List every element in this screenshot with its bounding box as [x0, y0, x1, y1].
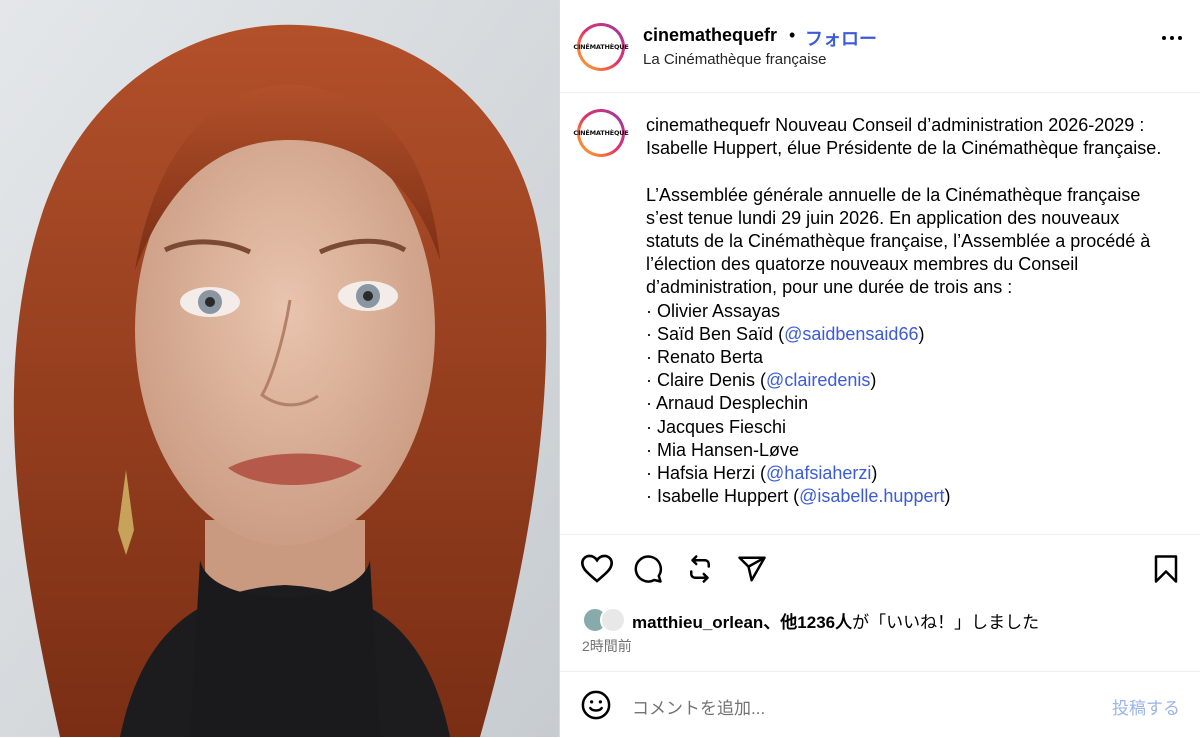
post-timestamp[interactable]: 2時間前 — [582, 636, 632, 656]
member-handle-link[interactable]: @saidbensaid66 — [784, 324, 918, 344]
likes-count[interactable]: 、他1236人 — [763, 613, 852, 632]
more-icon[interactable] — [1162, 36, 1182, 40]
member-item: · Renato Berta — [646, 347, 764, 368]
caption-text: cinemathequefr Nouveau Conseil d’adminis… — [646, 114, 1176, 508]
member-name: Jacques Fieschi — [657, 416, 787, 437]
portrait-photo — [0, 0, 559, 737]
instagram-post-view: CINÉMATHÈQUE cinemathequefr • フォロー La Ci… — [0, 0, 1200, 737]
post-caption: CINÉMATHÈQUE cinemathequefr Nouveau Cons… — [560, 92, 1200, 534]
comment-icon[interactable] — [633, 554, 663, 584]
caption-username[interactable]: cinemathequefr — [646, 115, 770, 135]
avatar-logo-text: CINÉMATHÈQUE — [573, 43, 629, 51]
caption-line-3: L’Assemblée générale annuelle de la Ciné… — [646, 184, 1156, 298]
member-item: · Olivier Assayas — [646, 300, 781, 321]
member-item: · Hafsia Herzi (@hafsiaherzi) — [646, 463, 878, 484]
repost-icon[interactable] — [685, 554, 715, 584]
member-handle-link[interactable]: @hafsiaherzi — [766, 463, 871, 483]
account-subtitle: La Cinémathèque française — [643, 51, 827, 68]
account-avatar[interactable]: CINÉMATHÈQUE — [573, 23, 629, 71]
likes-summary: matthieu_orlean、他1236人が「いいね！」しました — [582, 607, 1039, 633]
member-item: · Claire Denis (@clairedenis) — [646, 370, 877, 391]
comment-bar: コメントを追加... 投稿する — [560, 671, 1200, 738]
member-name: Hafsia Herzi — [657, 463, 756, 484]
action-bar: matthieu_orlean、他1236人が「いいね！」しました 2時間前 — [560, 534, 1200, 672]
member-name: Olivier Assayas — [657, 300, 781, 321]
bookmark-icon[interactable] — [1153, 554, 1179, 584]
member-item: · Mia Hansen-Løve — [646, 439, 800, 460]
share-icon[interactable] — [737, 554, 767, 584]
member-handle-link[interactable]: @clairedenis — [766, 370, 870, 390]
emoji-icon[interactable] — [581, 690, 611, 720]
post-comment-button[interactable]: 投稿する — [1112, 694, 1180, 719]
member-item: · Jacques Fieschi — [646, 416, 787, 437]
member-name: Renato Berta — [657, 347, 764, 368]
member-item: · Isabelle Huppert (@isabelle.huppert) — [646, 486, 951, 507]
follow-button[interactable]: フォロー — [805, 25, 877, 51]
member-name: Saïd Ben Saïd — [657, 323, 774, 344]
account-username[interactable]: cinemathequefr — [643, 25, 777, 46]
post-header: CINÉMATHÈQUE cinemathequefr • フォロー La Ci… — [560, 0, 1200, 93]
caption-avatar[interactable]: CINÉMATHÈQUE — [573, 109, 629, 157]
separator-dot: • — [789, 25, 796, 45]
heart-icon[interactable] — [581, 554, 613, 584]
member-name: Claire Denis — [657, 370, 756, 391]
avatar-logo-text: CINÉMATHÈQUE — [573, 129, 629, 137]
liker-avatar[interactable] — [600, 607, 626, 633]
liker-username[interactable]: matthieu_orlean — [632, 613, 763, 632]
member-item: · Arnaud Desplechin — [646, 393, 809, 414]
post-image[interactable] — [0, 0, 559, 737]
member-list: · Olivier Assayas · Saïd Ben Saïd (@said… — [646, 301, 950, 507]
member-handle-link[interactable]: @isabelle.huppert — [799, 486, 944, 506]
comment-input[interactable]: コメントを追加... — [632, 694, 765, 719]
likes-suffix: が「いいね！」しました — [852, 612, 1040, 632]
post-side-panel: CINÉMATHÈQUE cinemathequefr • フォロー La Ci… — [559, 0, 1200, 737]
member-name: Isabelle Huppert — [657, 486, 789, 507]
member-name: Arnaud Desplechin — [656, 393, 809, 414]
likes-text: matthieu_orlean、他1236人が「いいね！」しました — [632, 608, 1039, 633]
member-name: Mia Hansen-Løve — [657, 439, 800, 460]
member-item: · Saïd Ben Saïd (@saidbensaid66) — [646, 323, 925, 344]
